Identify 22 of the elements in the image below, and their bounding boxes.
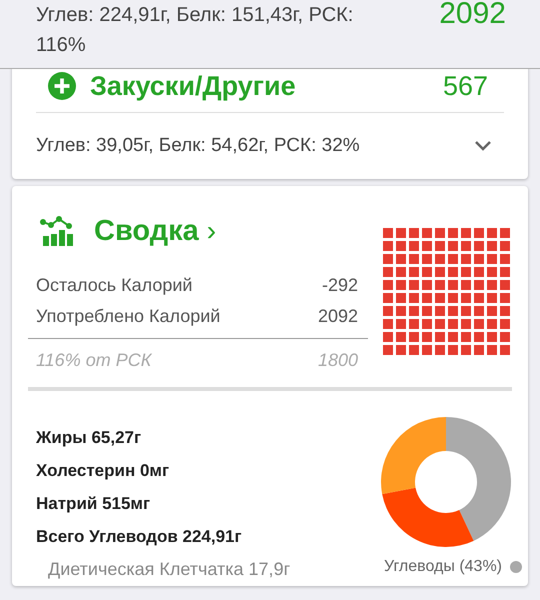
calorie-label: Употреблено Калорий (36, 306, 220, 327)
add-icon[interactable] (48, 72, 76, 100)
meal-macros: Углев: 39,05г, Белк: 54,62г, РСК: 32% (36, 135, 360, 157)
calorie-label: Осталось Калорий (36, 275, 192, 296)
nutrient-text: Холестерин 0мг (36, 460, 170, 482)
chevron-down-icon[interactable] (474, 140, 492, 152)
goal-value: 1800 (318, 350, 358, 371)
calorie-value: 2092 (318, 306, 358, 327)
legend-label: Углеводы (43%) (384, 558, 502, 576)
daily-macros: Углев: 224,91г, Белк: 151,43г, РСК: 116% (36, 3, 354, 58)
nutrient-text: Натрий 515мг (36, 493, 152, 515)
summary-title[interactable]: Сводка (94, 214, 199, 248)
chart-icon (40, 216, 74, 246)
goal-percent: 116% от РСК (36, 350, 152, 371)
nutrient-text: Жиры 65,27г (36, 427, 142, 449)
chevron[interactable]: › (206, 215, 216, 247)
nutrient-text: Всего Углеводов 224,91г (36, 526, 243, 548)
nutrient-text: Диетическая Клетчатка 17,9г (47, 558, 290, 581)
calorie-value: -292 (322, 275, 358, 296)
meal-calories: 567 (442, 71, 488, 101)
meal-title: Закуски/Другие (90, 71, 297, 101)
daily-calories: 2092 (439, 0, 506, 31)
